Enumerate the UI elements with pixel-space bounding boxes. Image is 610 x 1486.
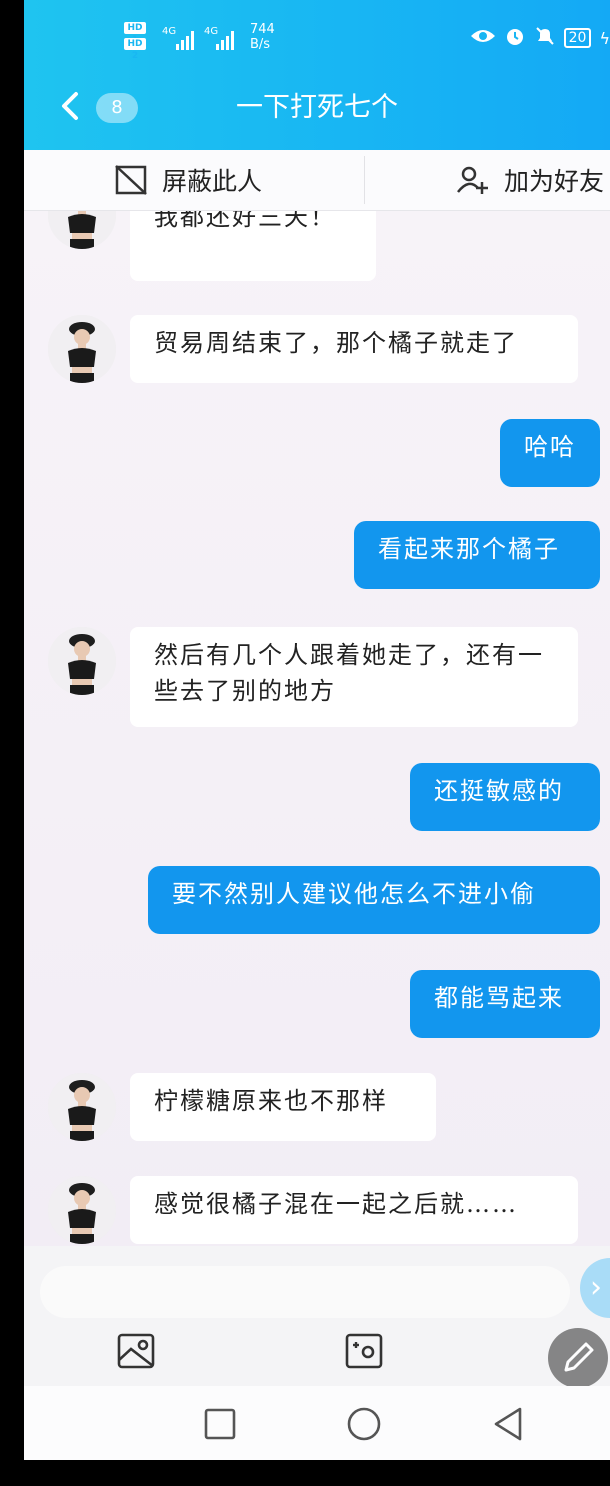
mute-icon [534, 25, 556, 52]
camera-button[interactable] [344, 1332, 384, 1370]
image-icon [117, 1333, 155, 1369]
block-user-label: 屏蔽此人 [162, 167, 263, 196]
message-input[interactable] [40, 1266, 570, 1318]
block-icon [115, 165, 147, 195]
screen-border [0, 1460, 610, 1486]
charging-icon: ϟ [599, 28, 610, 48]
status-bar: HD 1 HD 2 4G 4G 744 B/s 20 ϟ [24, 0, 610, 62]
action-bar: 屏蔽此人 加为好友 [24, 150, 610, 211]
input-area: › [24, 1246, 610, 1388]
recent-apps-icon [204, 1408, 236, 1440]
status-icons: 20 ϟ [470, 26, 610, 50]
network-type-1: 4G [162, 26, 177, 37]
person-icon [48, 1176, 116, 1244]
hd2-indicator: HD 2 [124, 38, 146, 61]
message-bubble-in[interactable]: 然后有几个人跟着她走了，还有一些去了别的地方 [130, 627, 578, 727]
person-icon [48, 211, 116, 249]
contact-avatar[interactable] [48, 1176, 116, 1244]
message-bubble-out[interactable]: 看起来那个橘子 [354, 521, 600, 589]
message-bubble-in[interactable]: 贸易周结束了，那个橘子就走了 [130, 315, 578, 383]
hd1-indicator: HD 1 [124, 22, 146, 45]
message-bubble-in[interactable]: 感觉很橘子混在一起之后就…… [130, 1176, 578, 1244]
message-bubble-out[interactable]: 都能骂起来 [410, 970, 600, 1038]
message-bubble-out[interactable]: 还挺敏感的 [410, 763, 600, 831]
chat-header: HD 1 HD 2 4G 4G 744 B/s 20 ϟ [24, 0, 610, 150]
image-button[interactable] [116, 1332, 156, 1370]
battery-icon: 20 [563, 28, 592, 48]
person-icon [48, 315, 116, 383]
block-user-button[interactable]: 屏蔽此人 [114, 150, 262, 210]
add-friend-label: 加为好友 [504, 167, 605, 196]
system-nav-bar [24, 1386, 610, 1460]
recent-apps-button[interactable] [202, 1406, 238, 1442]
add-user-icon [457, 166, 488, 194]
edit-floating-button[interactable] [548, 1328, 608, 1388]
signal-icon-2 [216, 28, 234, 50]
network-speed: 744 B/s [250, 22, 275, 52]
home-icon [347, 1407, 381, 1441]
contact-avatar[interactable] [48, 211, 116, 249]
person-icon [48, 627, 116, 695]
message-bubble-out[interactable]: 要不然别人建议他怎么不进小偷 [148, 866, 600, 934]
home-button[interactable] [346, 1406, 382, 1442]
pencil-icon [564, 1342, 594, 1372]
signal-icon-1 [176, 28, 194, 50]
action-divider [364, 156, 365, 204]
contact-avatar[interactable] [48, 315, 116, 383]
nav-back-button[interactable] [490, 1406, 526, 1442]
camera-icon [345, 1333, 383, 1369]
contact-avatar[interactable] [48, 627, 116, 695]
page-title: 一下打死七个 [236, 92, 398, 123]
alarm-icon [504, 25, 526, 52]
speed-value: 744 [250, 22, 275, 37]
back-icon [494, 1407, 522, 1441]
speed-unit: B/s [250, 37, 271, 52]
message-bubble-in[interactable]: 我都还好三天！ [130, 211, 376, 281]
message-bubble-out[interactable]: 哈哈 [500, 419, 600, 487]
phone-screen: HD 1 HD 2 4G 4G 744 B/s 20 ϟ [24, 0, 610, 1460]
person-icon [48, 1073, 116, 1141]
send-button[interactable]: › [580, 1258, 610, 1318]
message-bubble-in[interactable]: 柠檬糖原来也不那样 [130, 1073, 436, 1141]
message-list[interactable]: 我都还好三天！ 贸易周结束了，那个橘子就走了 哈哈 看起来那个橘子 然后有几个人… [24, 211, 610, 1246]
add-friend-button[interactable]: 加为好友 [456, 150, 604, 210]
contact-avatar[interactable] [48, 1073, 116, 1141]
eye-icon [470, 26, 496, 50]
